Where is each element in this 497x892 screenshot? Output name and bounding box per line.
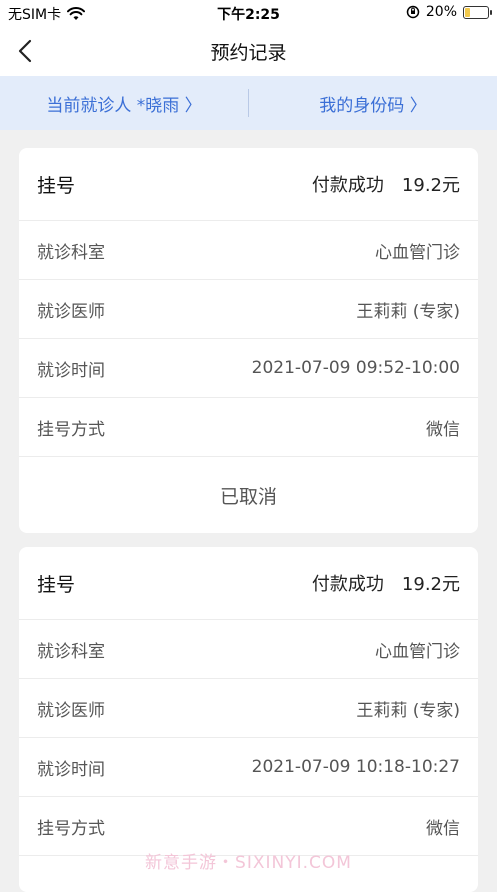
patient-bar: 当前就诊人 *晓雨 〉 我的身份码 〉 [0, 76, 497, 130]
payment-status: 付款成功 [311, 175, 384, 196]
row-value: 心血管门诊 [375, 242, 460, 263]
row-label: 挂号方式 [37, 419, 105, 440]
row-label: 就诊医师 [37, 700, 105, 721]
record-payment: 付款成功 19.2元 [312, 171, 460, 197]
nav-bar: 预约记录 [0, 26, 497, 76]
row-value: 王莉莉 (专家) [356, 700, 460, 721]
record-row-doctor: 就诊医师 王莉莉 (专家) [19, 679, 478, 738]
row-value: 微信 [426, 818, 460, 839]
row-label: 就诊时间 [37, 759, 105, 780]
row-value: 王莉莉 (专家) [356, 301, 460, 322]
row-label: 就诊时间 [37, 360, 105, 381]
row-value: 心血管门诊 [375, 641, 460, 662]
status-right: 20% [406, 4, 492, 20]
row-label: 挂号方式 [37, 818, 105, 839]
record-header: 挂号 付款成功 19.2元 [19, 547, 478, 620]
row-label: 就诊科室 [37, 641, 105, 662]
orientation-lock-icon [406, 5, 420, 19]
row-label: 就诊医师 [37, 301, 105, 322]
record-status-cancelled: 已取消 [219, 485, 277, 508]
status-bar: 无SIM卡 下午2:25 20% [0, 0, 497, 26]
row-value: 2021-07-09 09:52-10:00 [251, 358, 460, 378]
record-row-method: 挂号方式 微信 [19, 398, 478, 457]
record-row-department: 就诊科室 心血管门诊 [19, 620, 478, 679]
record-row-time: 就诊时间 2021-07-09 10:18-10:27 [19, 738, 478, 797]
current-patient-link[interactable]: 当前就诊人 *晓雨 〉 [0, 91, 248, 116]
row-value: 微信 [426, 419, 460, 440]
record-row-time: 就诊时间 2021-07-09 09:52-10:00 [19, 339, 478, 398]
battery-percent: 20% [425, 4, 457, 20]
payment-amount: 19.2元 [401, 175, 460, 196]
battery-level [465, 7, 470, 17]
record-row-doctor: 就诊医师 王莉莉 (专家) [19, 280, 478, 339]
record-header: 挂号 付款成功 19.2元 [19, 148, 478, 221]
record-row-department: 就诊科室 心血管门诊 [19, 221, 478, 280]
record-card[interactable]: 挂号 付款成功 19.2元 就诊科室 心血管门诊 就诊医师 王莉莉 (专家) 就… [19, 148, 478, 533]
payment-amount: 19.2元 [401, 574, 460, 595]
battery-icon [463, 5, 492, 19]
record-type: 挂号 [37, 174, 76, 197]
payment-status: 付款成功 [311, 574, 384, 595]
record-type: 挂号 [37, 573, 76, 596]
my-id-code-link[interactable]: 我的身份码 〉 [249, 91, 497, 116]
record-card[interactable]: 挂号 付款成功 19.2元 就诊科室 心血管门诊 就诊医师 王莉莉 (专家) 就… [19, 547, 478, 892]
page-title: 预约记录 [210, 42, 287, 64]
row-value: 2021-07-09 10:18-10:27 [251, 757, 460, 777]
row-label: 就诊科室 [37, 242, 105, 263]
record-payment: 付款成功 19.2元 [312, 570, 460, 596]
watermark: 新意手游・SIXINYI.COM [145, 853, 352, 873]
